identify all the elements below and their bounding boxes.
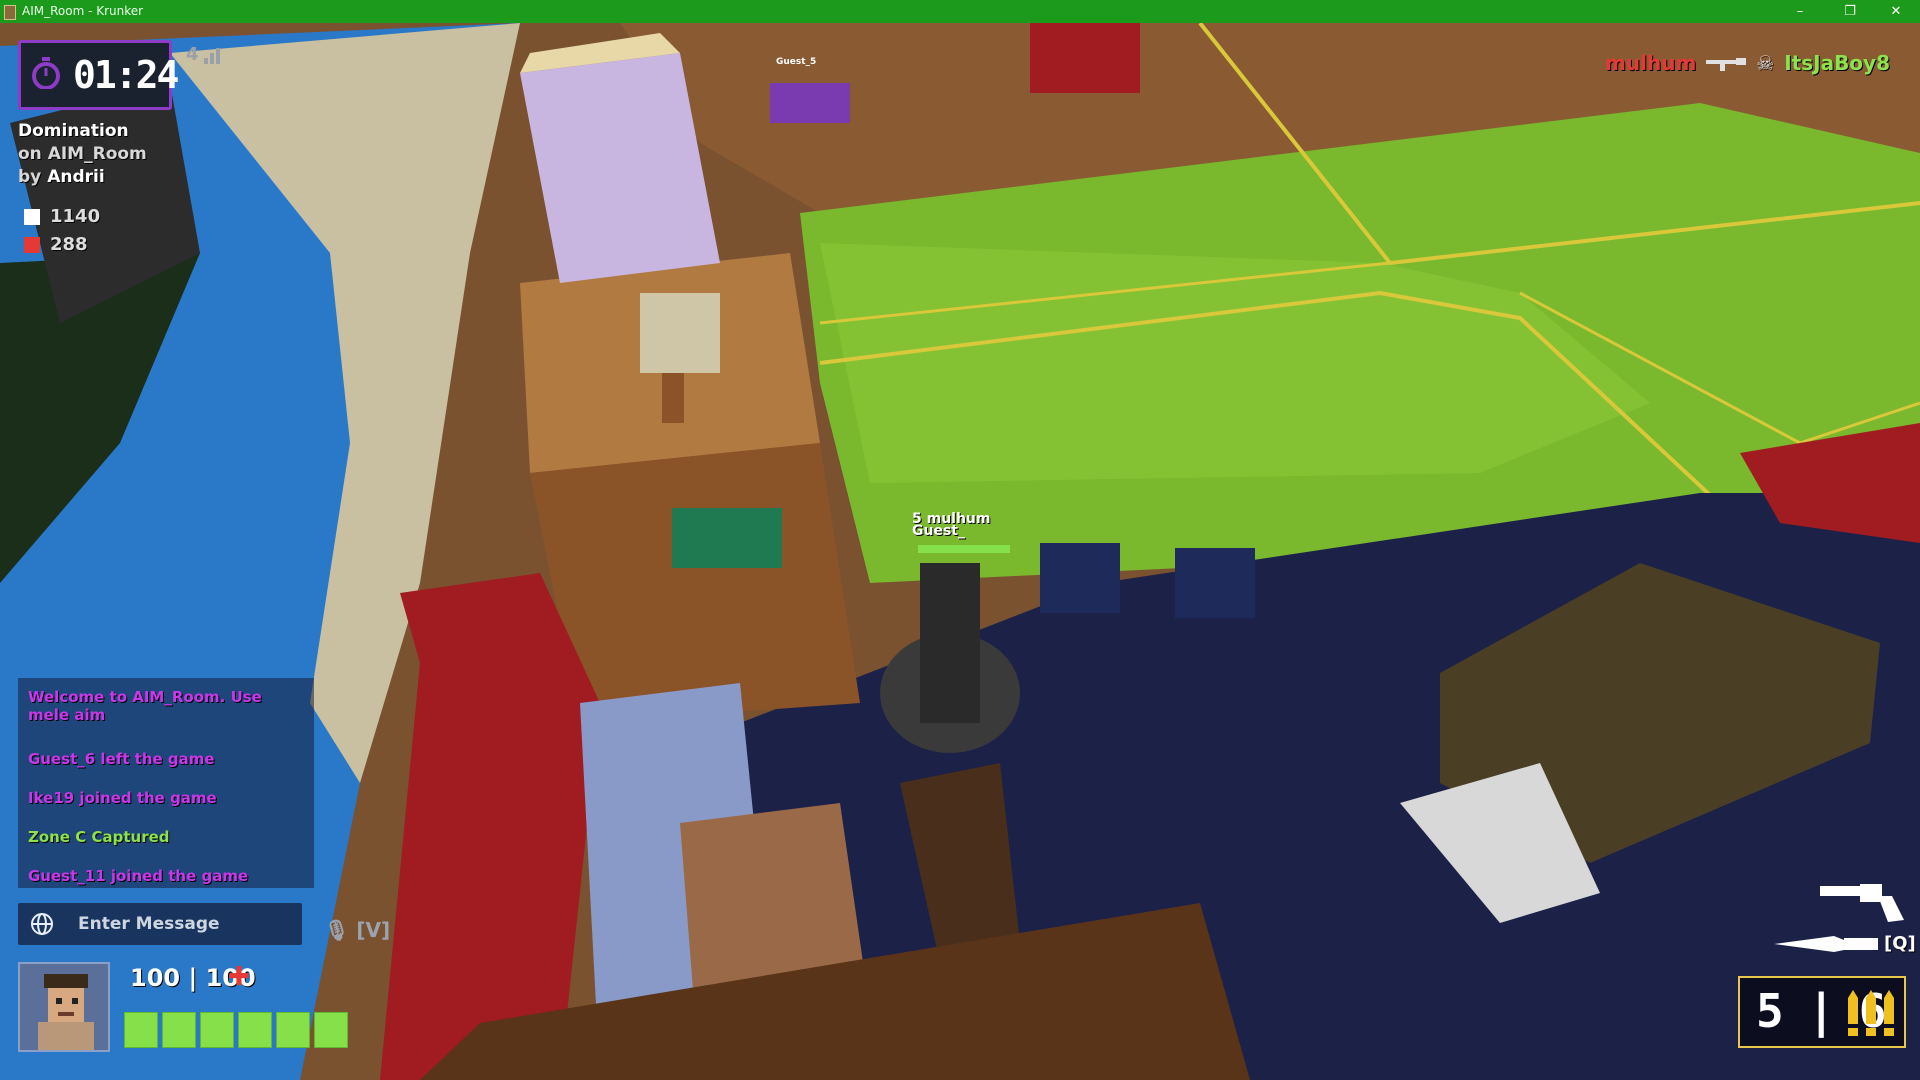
skull-icon: ☠ bbox=[1756, 51, 1775, 75]
team-color-swatch bbox=[24, 209, 40, 225]
team-score: 1140 bbox=[24, 206, 100, 227]
match-timer: 01:24 bbox=[18, 40, 179, 110]
chat-message: Zone C Captured bbox=[28, 828, 170, 846]
health-segment bbox=[276, 1012, 310, 1048]
mode-info: Domination on AIM_Room by Andrii bbox=[18, 120, 147, 189]
timer-text: 01:24 bbox=[73, 53, 179, 97]
chat-log: Welcome to AIM_Room. Use mele aim Guest_… bbox=[18, 678, 314, 888]
signal-icon bbox=[204, 48, 224, 64]
health-segment bbox=[238, 1012, 272, 1048]
health-segment bbox=[162, 1012, 196, 1048]
health-bar bbox=[124, 1012, 352, 1048]
revolver-icon[interactable] bbox=[1820, 880, 1904, 922]
ammo-counter: 5 | 6 bbox=[1738, 976, 1906, 1048]
voice-chat-hint: 🎙 [V] bbox=[324, 918, 391, 942]
killfeed-killer: mulhum bbox=[1605, 51, 1697, 75]
chat-input[interactable]: Enter Message bbox=[18, 903, 302, 945]
ping-value: 4 bbox=[186, 44, 199, 65]
chat-message: Welcome to AIM_Room. Use mele aim bbox=[28, 688, 262, 724]
health-segment bbox=[124, 1012, 158, 1048]
chat-message: Guest_6 left the game bbox=[28, 750, 215, 768]
bullets-icon bbox=[1848, 990, 1894, 1036]
game-mode: Domination bbox=[18, 121, 129, 141]
health-segment bbox=[200, 1012, 234, 1048]
team-score-value: 1140 bbox=[50, 206, 101, 227]
minimize-button[interactable]: – bbox=[1780, 0, 1820, 23]
weapon-key-hint: [Q] bbox=[1884, 933, 1916, 954]
restore-button[interactable]: ❐ bbox=[1830, 0, 1870, 23]
killfeed-victim: ItsJaBoy8 bbox=[1784, 51, 1890, 75]
chat-message: Ike19 joined the game bbox=[28, 789, 217, 807]
chat-placeholder[interactable]: Enter Message bbox=[78, 914, 220, 934]
health-plus-icon: ✚ bbox=[228, 962, 250, 992]
globe-icon[interactable] bbox=[30, 912, 54, 936]
enemy-nametag: 5 mulhum Guest_ bbox=[912, 512, 991, 538]
health-segment bbox=[314, 1012, 348, 1048]
author-prefix: by bbox=[18, 167, 42, 187]
team-score-value: 288 bbox=[50, 234, 88, 255]
team-color-swatch bbox=[24, 237, 40, 253]
close-button[interactable]: ✕ bbox=[1876, 0, 1916, 23]
map-name: on AIM_Room bbox=[18, 144, 147, 164]
far-player-tag: Guest_5 bbox=[776, 57, 817, 67]
chat-message: Guest_11 joined the game bbox=[28, 867, 249, 885]
rifle-icon bbox=[1706, 58, 1747, 71]
knife-icon[interactable] bbox=[1774, 932, 1878, 956]
window-titlebar: AIM_Room - Krunker – ❐ ✕ bbox=[0, 0, 1920, 23]
map-author: Andrii bbox=[47, 167, 105, 187]
player-avatar bbox=[18, 962, 110, 1052]
stopwatch-icon bbox=[32, 57, 60, 89]
window-title: AIM_Room - Krunker bbox=[22, 4, 144, 18]
killfeed-entry: mulhum ☠ ItsJaBoy8 bbox=[1605, 48, 1890, 78]
enemy-health-bar bbox=[918, 545, 1010, 553]
app-icon bbox=[4, 5, 16, 20]
team-score: 288 bbox=[24, 234, 88, 255]
